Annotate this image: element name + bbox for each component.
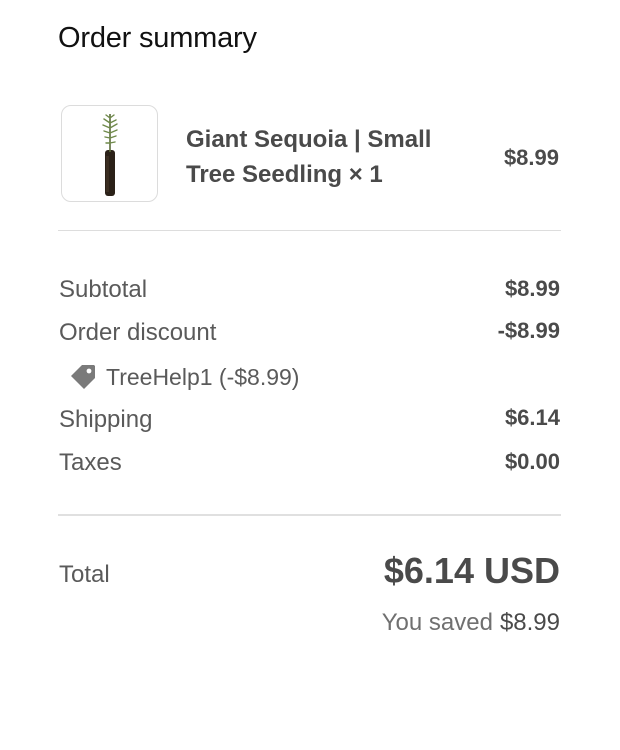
divider	[58, 230, 561, 231]
shipping-value: $6.14	[504, 405, 560, 430]
subtotal-value: $8.99	[504, 276, 560, 301]
tree-seedling-image	[102, 114, 118, 196]
order-discount-value: -$8.99	[497, 318, 560, 343]
savings-label: You saved	[381, 609, 493, 636]
product-name: Giant Sequoia | Small Tree Seedling × 1	[186, 126, 432, 188]
divider	[58, 514, 561, 516]
savings-note: You saved $8.99	[382, 609, 560, 637]
savings-amount: $8.99	[499, 609, 560, 636]
subtotal-label: Subtotal	[59, 276, 148, 303]
product-price: $8.99	[503, 145, 559, 170]
total-value: $6.14 USD	[383, 550, 560, 591]
page-title: Order summary	[58, 22, 257, 54]
taxes-label: Taxes	[59, 449, 122, 476]
order-discount-label: Order discount	[59, 319, 217, 346]
product-thumbnail[interactable]	[61, 105, 158, 202]
tag-icon	[68, 362, 98, 392]
taxes-value: $0.00	[504, 449, 560, 474]
discount-code-badge: TreeHelp1 (-$8.99)	[68, 362, 299, 392]
shipping-label: Shipping	[59, 406, 153, 433]
discount-code-text: TreeHelp1 (-$8.99)	[106, 363, 300, 390]
total-label: Total	[59, 561, 110, 588]
